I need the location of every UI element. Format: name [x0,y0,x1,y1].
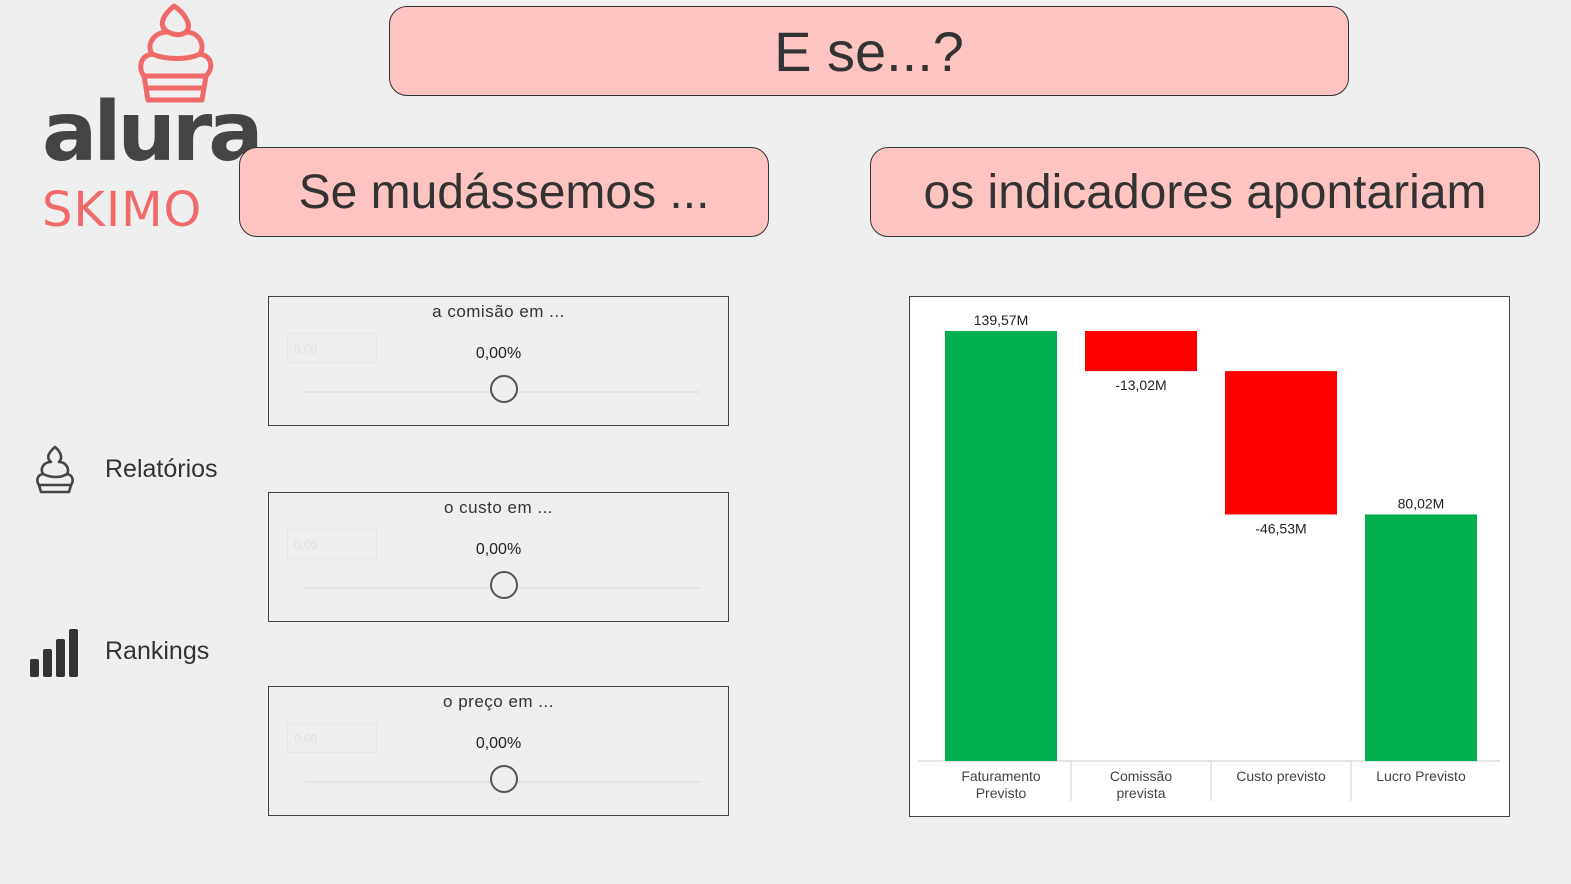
ice-cream-icon [28,442,82,496]
commission-slicer: a comisão em ... 0,00 0,00% [268,296,729,426]
logo-wordmark-skimo: SKIMO [42,182,203,238]
bar-chart-icon [28,624,82,678]
slicer-title: o custo em ... [443,498,554,517]
waterfall-bar [1085,331,1197,372]
slider-handle[interactable] [489,375,518,403]
data-label: 139,57M [974,312,1028,328]
slicer-title: o preço em ... [443,692,554,711]
data-label: 80,02M [1398,495,1445,511]
slider-handle[interactable] [489,765,518,793]
scenario-inputs-heading: Se mudássemos ... [239,147,769,237]
waterfall-bar [945,331,1057,761]
nav-label-rankings: Rankings [105,636,210,665]
x-tick-label: Lucro Previsto [1376,768,1466,784]
slicer-title: a comisão em ... [432,302,565,321]
slicer-value: 0,00% [475,345,522,362]
price-slicer: o preço em ... 0,00 0,00% [268,686,729,816]
slicer-value: 0,00% [475,735,522,752]
waterfall-chart-svg: 139,57M FaturamentoPrevisto -13,02M Comissã… [918,312,1500,801]
cost-slicer: o custo em ... 0,00 0,00% [268,492,729,622]
x-tick-label: Comissão [1110,768,1172,784]
x-tick-label: Previsto [976,785,1027,801]
alura-skimo-logo: alura SKIMO [30,0,264,240]
x-tick-label: prevista [1116,785,1165,801]
waterfall-chart: 139,57M Faturamento Previsto -13,02M Comissã… [909,296,1510,817]
nav-item-relatorios[interactable]: Relatórios [28,442,218,496]
indicators-heading: os indicadores apontariam [870,147,1540,237]
data-label: -46,53M [1255,520,1306,536]
slider-handle[interactable] [489,571,518,599]
logo-wordmark-alura: alura [42,85,264,180]
x-tick-label: Faturamento [961,768,1041,784]
waterfall-bar [1225,371,1337,515]
nav-label-relatorios: Relatórios [105,454,218,483]
x-tick-label: Custo previsto [1236,768,1326,784]
waterfall-bar [1365,514,1477,761]
page-title: E se...? [389,6,1349,96]
data-label: -13,02M [1115,377,1166,393]
nav-item-rankings[interactable]: Rankings [28,624,209,678]
slicer-value: 0,00% [475,541,522,558]
